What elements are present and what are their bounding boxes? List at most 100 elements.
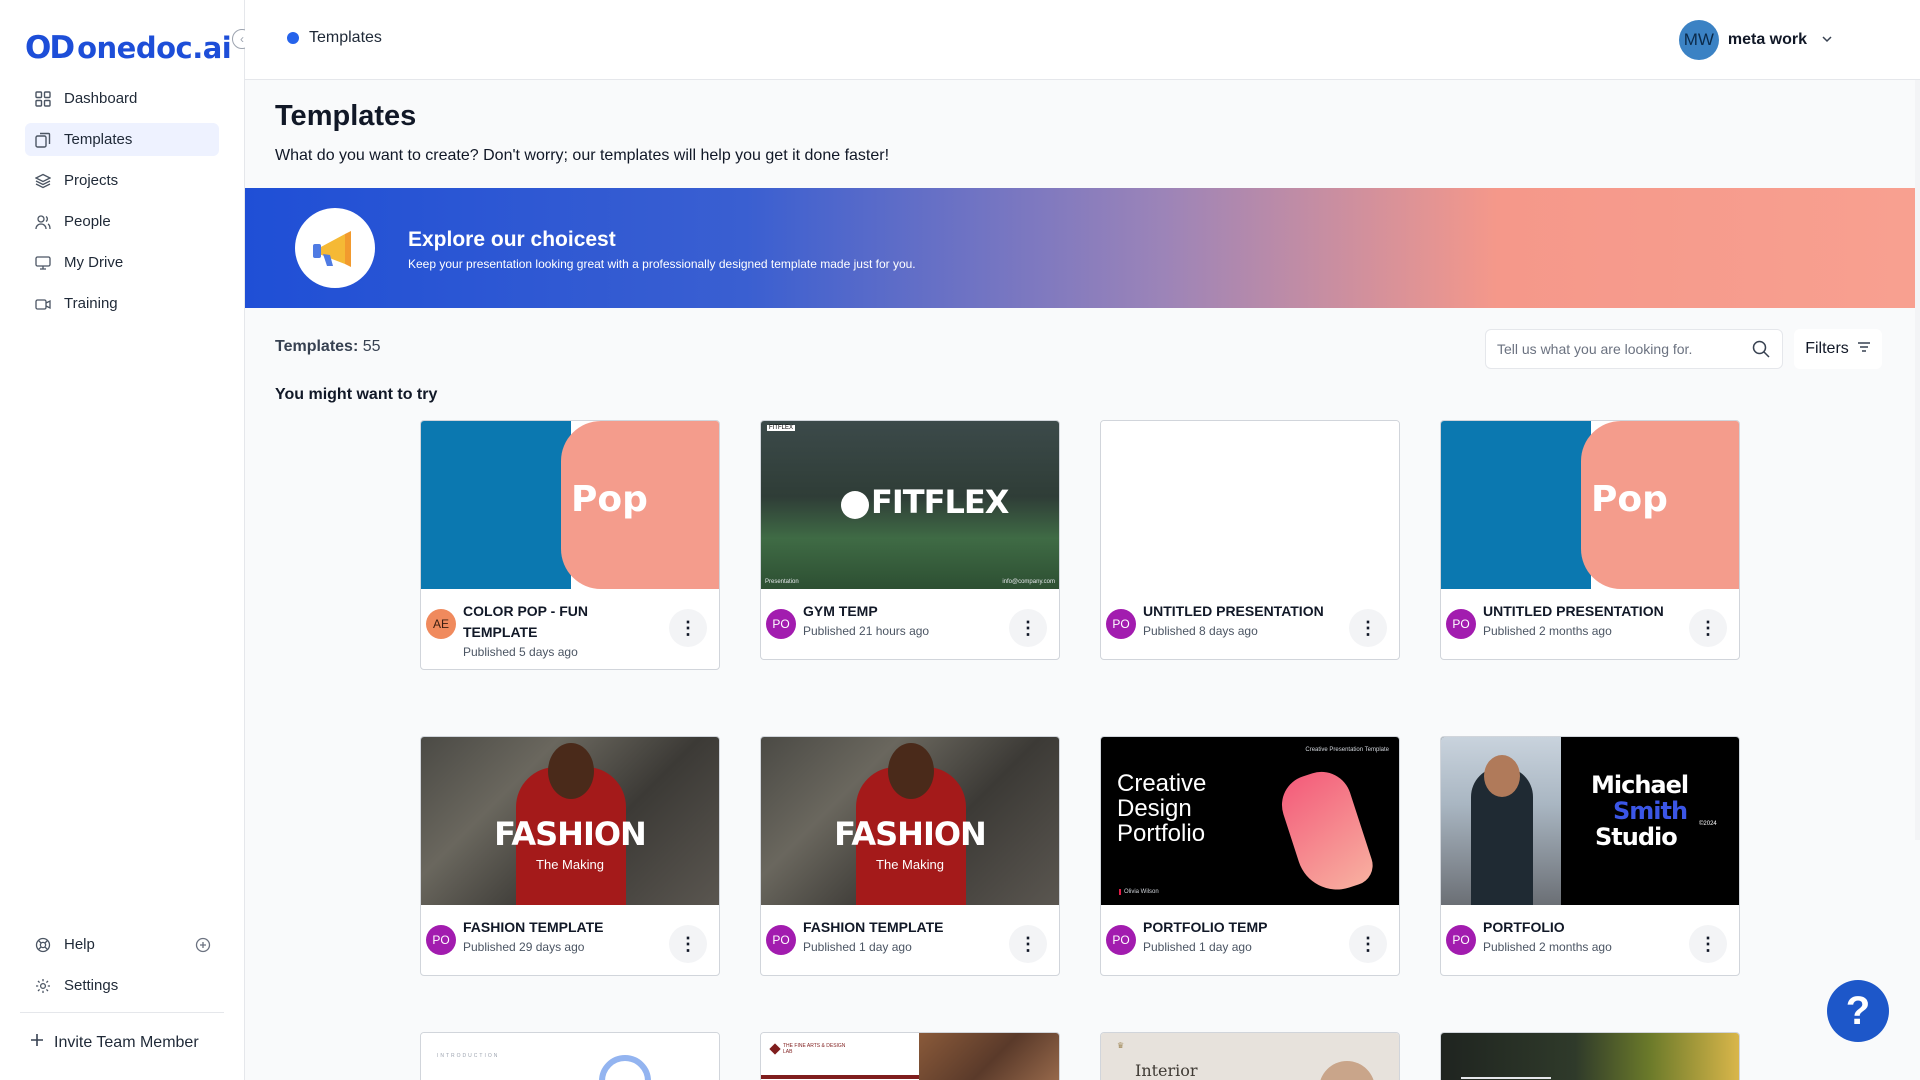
breadcrumb: Templates: [287, 29, 382, 47]
template-card[interactable]: Michael Smith Studio ©2024 PO PORTFOLIO …: [1440, 736, 1740, 976]
thumb-title: FASHION: [494, 815, 647, 853]
brand-name: onedoc.ai: [77, 31, 232, 65]
breadcrumb-dot-icon: [287, 32, 299, 44]
template-card[interactable]: [1440, 1032, 1740, 1080]
template-card[interactable]: Pop PO UNTITLED PRESENTATION Published 2…: [1440, 420, 1740, 660]
template-card[interactable]: THE FINE ARTS & DESIGN LAB: [760, 1032, 1060, 1080]
more-options-button[interactable]: ⋮: [1349, 609, 1387, 647]
invite-label: Invite Team Member: [54, 1033, 199, 1051]
banner-subtitle: Keep your presentation looking great wit…: [408, 257, 916, 271]
video-icon: [34, 295, 52, 313]
sidebar-item-training[interactable]: Training: [25, 287, 219, 320]
card-thumbnail[interactable]: Pop: [421, 421, 719, 589]
more-options-button[interactable]: ⋮: [669, 925, 707, 963]
sidebar-bottom: Help Settings: [25, 928, 219, 1010]
more-options-button[interactable]: ⋮: [669, 609, 707, 647]
card-info: PO UNTITLED PRESENTATION Published 2 mon…: [1441, 589, 1739, 659]
sidebar-item-dashboard[interactable]: Dashboard: [25, 82, 219, 115]
sidebar-item-people[interactable]: People: [25, 205, 219, 238]
thumb-title: FASHION: [834, 815, 987, 853]
thumb-line: Portfolio: [1117, 820, 1206, 847]
sidebar-item-help[interactable]: Help: [25, 928, 219, 961]
top-header: Templates MW meta work: [245, 0, 1920, 80]
card-thumbnail[interactable]: [1101, 421, 1399, 589]
more-options-button[interactable]: ⋮: [1009, 609, 1047, 647]
brand-logo[interactable]: OD onedoc.ai: [25, 30, 232, 66]
thumb-circle: [599, 1055, 651, 1080]
template-card[interactable]: PO UNTITLED PRESENTATION Published 8 day…: [1100, 420, 1400, 660]
thumb-line: Studio: [1595, 823, 1678, 851]
page-subtitle: What do you want to create? Don't worry;…: [275, 147, 890, 164]
plus-icon: [30, 1033, 44, 1052]
sidebar-nav: Dashboard Templates Projects People My D…: [25, 82, 219, 328]
sidebar-item-projects[interactable]: Projects: [25, 164, 219, 197]
thumb-tag: FITFLEX: [767, 425, 796, 431]
template-card[interactable]: Pop AE COLOR POP - FUN TEMPLATE Publishe…: [420, 420, 720, 670]
thumb-line: Creative: [1117, 770, 1207, 797]
drive-icon: [34, 254, 52, 272]
more-options-button[interactable]: ⋮: [1349, 925, 1387, 963]
thumb-title: Pop: [571, 479, 648, 520]
avatar: PO: [766, 925, 796, 955]
template-card[interactable]: Creative Presentation Template Creative …: [1100, 736, 1400, 976]
templates-count: Templates: 55: [275, 338, 381, 356]
template-card[interactable]: FASHION The Making PO FASHION TEMPLATE P…: [420, 736, 720, 976]
thumb-subtitle: The Making: [536, 857, 604, 872]
avatar: PO: [766, 609, 796, 639]
template-card[interactable]: ♛ Interior: [1100, 1032, 1400, 1080]
more-options-button[interactable]: ⋮: [1689, 925, 1727, 963]
add-circle-icon[interactable]: [195, 937, 211, 953]
card-thumbnail[interactable]: [1441, 1033, 1739, 1080]
avatar: PO: [426, 925, 456, 955]
card-published: Published 5 days ago: [463, 645, 578, 659]
dashboard-icon: [34, 90, 52, 108]
thumb-line: Design: [1117, 795, 1192, 822]
search-box: [1485, 329, 1783, 369]
thumb-head: [548, 743, 594, 799]
sidebar-item-settings[interactable]: Settings: [25, 969, 219, 1002]
template-card[interactable]: FITFLEX FITFLEX Presentation info@compan…: [760, 420, 1060, 660]
sidebar: OD onedoc.ai ‹ Dashboard Templates Proje…: [0, 0, 252, 1080]
card-thumbnail[interactable]: THE FINE ARTS & DESIGN LAB: [761, 1033, 1059, 1080]
thumb-author: Olivia Wilson: [1119, 889, 1159, 895]
card-thumbnail[interactable]: FASHION The Making: [761, 737, 1059, 905]
template-card[interactable]: INTRODUCTION: [420, 1032, 720, 1080]
help-fab-button[interactable]: ?: [1827, 980, 1889, 1042]
thumb-caption: Presentation: [765, 579, 799, 585]
more-options-button[interactable]: ⋮: [1009, 925, 1047, 963]
thumb-title: THE FINE ARTS & DESIGN LAB: [783, 1043, 846, 1055]
chevron-left-icon: ‹: [240, 32, 244, 46]
card-info: PO GYM TEMP Published 21 hours ago ⋮: [761, 589, 1059, 659]
sidebar-item-templates[interactable]: Templates: [25, 123, 219, 156]
card-info: PO UNTITLED PRESENTATION Published 8 day…: [1101, 589, 1399, 659]
filter-icon: [1857, 340, 1871, 358]
help-icon: [34, 936, 52, 954]
gear-icon: [34, 977, 52, 995]
search-icon[interactable]: [1752, 340, 1770, 358]
thumb-title: Pop: [1591, 479, 1668, 520]
card-thumbnail[interactable]: FASHION The Making: [421, 737, 719, 905]
card-info: PO PORTFOLIO TEMP Published 1 day ago ⋮: [1101, 905, 1399, 975]
search-input[interactable]: [1486, 330, 1736, 368]
filters-button[interactable]: Filters: [1794, 329, 1882, 369]
question-mark-icon: ?: [1845, 988, 1871, 1033]
sidebar-item-label: Dashboard: [64, 90, 138, 107]
template-card[interactable]: FASHION The Making PO FASHION TEMPLATE P…: [760, 736, 1060, 976]
card-thumbnail[interactable]: Pop: [1441, 421, 1739, 589]
user-menu[interactable]: MW meta work: [1678, 20, 1832, 60]
card-thumbnail[interactable]: INTRODUCTION: [421, 1033, 719, 1080]
sidebar-item-my-drive[interactable]: My Drive: [25, 246, 219, 279]
sidebar-divider: [20, 1012, 224, 1013]
more-options-button[interactable]: ⋮: [1689, 609, 1727, 647]
sidebar-item-label: Help: [64, 936, 95, 953]
card-thumbnail[interactable]: ♛ Interior: [1101, 1033, 1399, 1080]
sidebar-item-label: Templates: [64, 131, 133, 148]
card-thumbnail[interactable]: FITFLEX FITFLEX Presentation info@compan…: [761, 421, 1059, 589]
sidebar-item-label: Training: [64, 295, 118, 312]
thumb-title: Interior: [1135, 1061, 1198, 1080]
invite-team-member-button[interactable]: Invite Team Member: [30, 1033, 199, 1052]
card-thumbnail[interactable]: Michael Smith Studio ©2024: [1441, 737, 1739, 905]
breadcrumb-label[interactable]: Templates: [309, 29, 382, 47]
card-thumbnail[interactable]: Creative Presentation Template Creative …: [1101, 737, 1399, 905]
scrollbar[interactable]: [1915, 80, 1920, 840]
